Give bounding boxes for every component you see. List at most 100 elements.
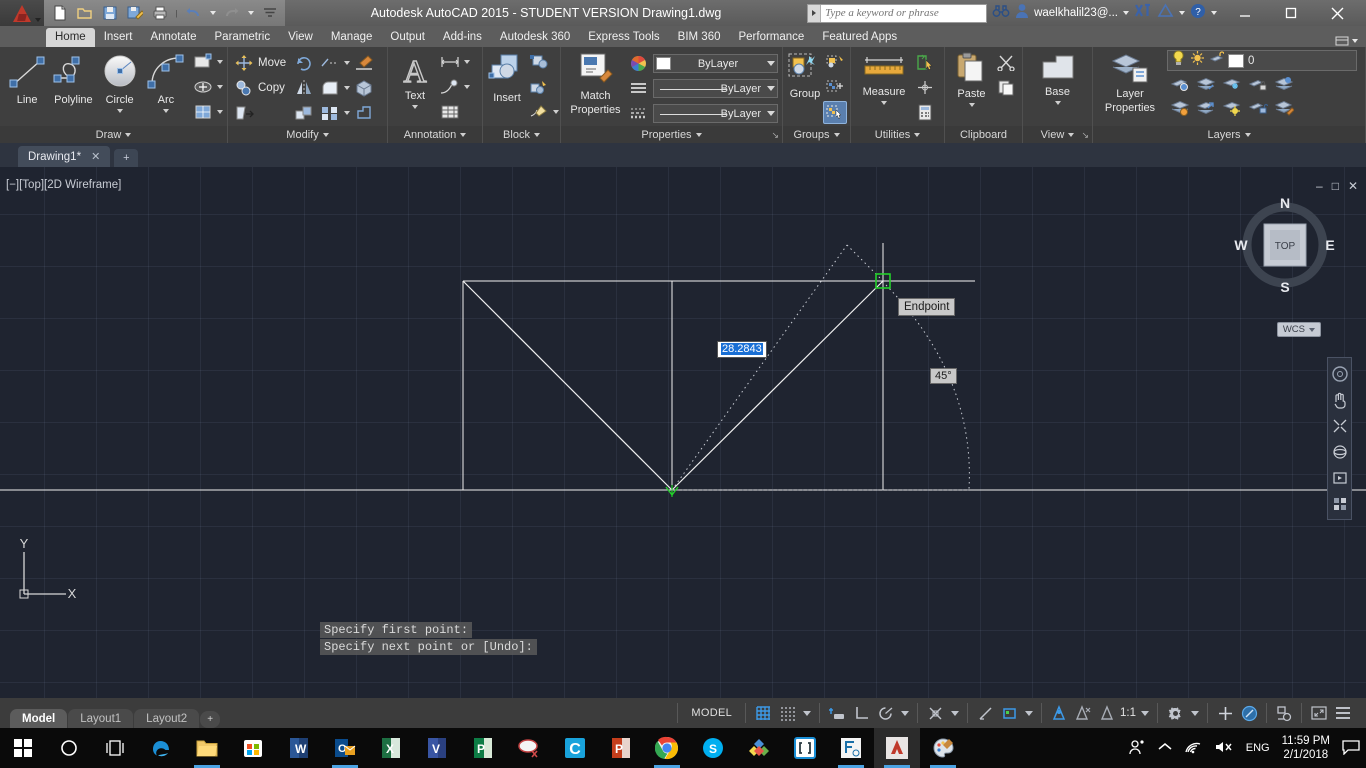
- tool-trim[interactable]: [318, 51, 351, 75]
- chevron-down-icon[interactable]: [217, 110, 223, 114]
- ribbon-tab-annotate[interactable]: Annotate: [141, 28, 205, 47]
- annotation-scale-value[interactable]: 1:1: [1120, 707, 1136, 719]
- tool-copy[interactable]: Copy: [232, 76, 286, 100]
- ribbon-minimize-control[interactable]: [1335, 35, 1358, 47]
- autodesk-360-icon[interactable]: [1157, 3, 1174, 23]
- tool-insert-block[interactable]: Insert: [487, 50, 527, 104]
- people-icon[interactable]: [1128, 738, 1146, 759]
- viewcube-grid-icon[interactable]: [1328, 492, 1351, 515]
- skype-icon[interactable]: S: [690, 728, 736, 768]
- c-app-icon[interactable]: C: [552, 728, 598, 768]
- ortho-mode-toggle[interactable]: [850, 702, 872, 724]
- layout-tab-model[interactable]: Model: [10, 709, 68, 728]
- zoom-extents-icon[interactable]: [1328, 414, 1351, 437]
- chevron-down-icon[interactable]: [217, 60, 223, 64]
- object-snap-toggle[interactable]: [924, 702, 946, 724]
- language-indicator[interactable]: ENG: [1246, 742, 1270, 754]
- tool-stretch[interactable]: [232, 101, 286, 125]
- qat-redo-button[interactable]: [220, 2, 243, 24]
- dynamic-input-toggle[interactable]: [998, 702, 1020, 724]
- maximize-button[interactable]: [1268, 0, 1314, 26]
- pan-hand-icon[interactable]: [1328, 388, 1351, 411]
- chevron-down-icon[interactable]: [968, 103, 975, 107]
- chevron-down-icon[interactable]: [412, 105, 418, 109]
- close-button[interactable]: [1314, 0, 1360, 26]
- tool-point-id[interactable]: [913, 75, 937, 99]
- orbit-icon[interactable]: [1328, 440, 1351, 463]
- qat-new-button[interactable]: [48, 2, 71, 24]
- qat-open-button[interactable]: [73, 2, 96, 24]
- tool-edit-attribute[interactable]: [527, 75, 559, 99]
- lightbulb-icon[interactable]: [1171, 50, 1186, 71]
- chevron-down-icon[interactable]: [767, 61, 775, 66]
- qat-plot-button[interactable]: [148, 2, 171, 24]
- chevron-down-icon[interactable]: [1054, 101, 1061, 105]
- outlook-icon[interactable]: O: [322, 728, 368, 768]
- tool-match-layer[interactable]: [352, 51, 376, 75]
- tool-scale[interactable]: [292, 101, 316, 125]
- dynamic-input-length[interactable]: 28.2843: [717, 341, 767, 358]
- tool-dimension[interactable]: [438, 50, 470, 74]
- tool-table[interactable]: [438, 100, 470, 124]
- volume-muted-icon[interactable]: [1214, 739, 1234, 758]
- ribbon-tab-manage[interactable]: Manage: [322, 28, 382, 47]
- task-view-button[interactable]: [92, 728, 138, 768]
- tool-explode[interactable]: [352, 101, 376, 125]
- polar-dropdown[interactable]: [898, 702, 911, 724]
- help-dropdown-icon[interactable]: [1211, 11, 1217, 15]
- tool-leader[interactable]: [438, 75, 470, 99]
- panel-groups-title[interactable]: Groups: [783, 126, 850, 143]
- tool-group-edit[interactable]: [823, 75, 847, 99]
- tool-group[interactable]: Group: [787, 50, 823, 100]
- steering-wheel-icon[interactable]: [1328, 362, 1351, 385]
- tool-measure[interactable]: Measure: [855, 50, 913, 105]
- ribbon-tab-autodesk360[interactable]: Autodesk 360: [491, 28, 579, 47]
- minimize-button[interactable]: [1222, 0, 1268, 26]
- tool-line[interactable]: Line: [4, 50, 50, 106]
- powerpoint-icon[interactable]: P: [598, 728, 644, 768]
- layer-freeze-icon[interactable]: [1219, 73, 1244, 95]
- user-dropdown-icon[interactable]: [1123, 11, 1129, 15]
- qat-redo-dropdown[interactable]: [245, 2, 256, 24]
- ribbon-tab-home[interactable]: Home: [46, 28, 95, 47]
- qat-saveas-button[interactable]: [123, 2, 146, 24]
- tool-create-block[interactable]: [527, 50, 559, 74]
- tool-ungroup[interactable]: [823, 50, 847, 74]
- layout-tab-layout1[interactable]: Layout1: [68, 709, 134, 728]
- autocad-icon[interactable]: [874, 728, 920, 768]
- tool-cut[interactable]: [994, 50, 1018, 74]
- publisher-icon[interactable]: P: [460, 728, 506, 768]
- visio-icon[interactable]: V: [414, 728, 460, 768]
- search-binoculars-icon[interactable]: [992, 3, 1010, 24]
- qat-customize-button[interactable]: [258, 2, 281, 24]
- sun-freeze-icon[interactable]: [1190, 50, 1205, 71]
- osnap-dropdown[interactable]: [948, 702, 961, 724]
- polar-tracking-toggle[interactable]: [874, 702, 896, 724]
- workspace-dropdown[interactable]: [1188, 702, 1201, 724]
- help-icon[interactable]: ?: [1190, 3, 1206, 24]
- snap-mode-toggle[interactable]: [776, 702, 798, 724]
- autodesk-app-icon[interactable]: [736, 728, 782, 768]
- user-avatar-icon[interactable]: [1015, 3, 1029, 23]
- tool-layer-properties[interactable]: Layer Properties: [1097, 50, 1163, 114]
- chevron-down-icon[interactable]: [344, 86, 351, 90]
- wifi-icon[interactable]: [1184, 740, 1202, 757]
- start-button[interactable]: [0, 728, 46, 768]
- tool-hatch[interactable]: [191, 100, 223, 124]
- action-center-icon[interactable]: [1342, 739, 1360, 758]
- qat-undo-dropdown[interactable]: [207, 2, 218, 24]
- chevron-down-icon[interactable]: [116, 109, 123, 113]
- tool-block-editor[interactable]: [527, 100, 559, 124]
- panel-dialog-launcher[interactable]: ↘: [771, 130, 779, 141]
- panel-annotation-title[interactable]: Annotation: [388, 126, 482, 143]
- object-snap-tracking-toggle[interactable]: [974, 702, 996, 724]
- paint-icon[interactable]: [920, 728, 966, 768]
- qat-save-button[interactable]: [98, 2, 121, 24]
- panel-layers-title[interactable]: Layers: [1093, 126, 1365, 143]
- annotation-visibility-toggle[interactable]: [1048, 702, 1070, 724]
- panel-properties-title[interactable]: Properties ↘: [561, 126, 782, 143]
- tool-circle[interactable]: Circle: [97, 50, 143, 113]
- drawing-tab-drawing1[interactable]: Drawing1* ✕: [18, 146, 111, 167]
- annotation-scale-icon[interactable]: [1096, 702, 1118, 724]
- panel-utilities-title[interactable]: Utilities: [851, 126, 944, 143]
